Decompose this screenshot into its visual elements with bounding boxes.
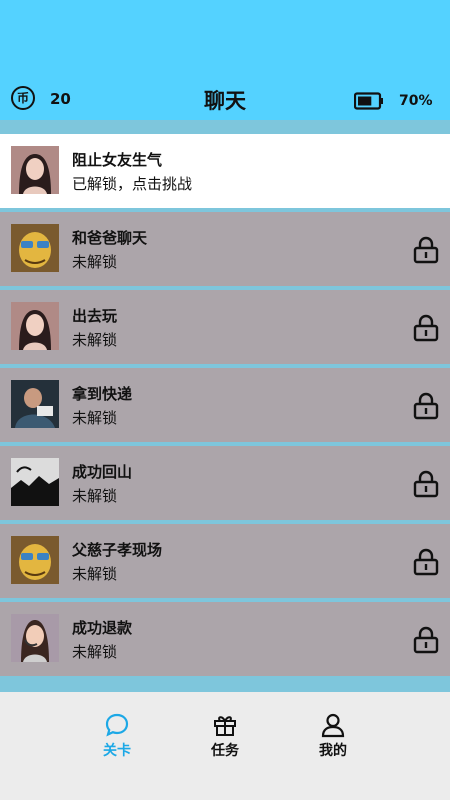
level-row[interactable]: 和爸爸聊天 未解锁 bbox=[0, 212, 450, 286]
battery-percent: 70% bbox=[399, 93, 433, 109]
gift-icon bbox=[214, 716, 236, 736]
level-row[interactable]: 拿到快递 未解锁 bbox=[0, 368, 450, 442]
tab-label: 关卡 bbox=[103, 743, 131, 759]
lock-icon bbox=[413, 470, 439, 498]
lock-icon bbox=[413, 548, 439, 576]
level-status: 未解锁 bbox=[72, 331, 118, 349]
level-thumbnail bbox=[11, 536, 59, 584]
lock-icon bbox=[413, 626, 439, 654]
lock-icon bbox=[413, 236, 439, 264]
level-status: 未解锁 bbox=[72, 643, 118, 661]
level-status: 未解锁 bbox=[72, 253, 118, 271]
level-status: 未解锁 bbox=[72, 487, 118, 505]
level-status: 未解锁 bbox=[72, 565, 118, 583]
level-name: 和爸爸聊天 bbox=[72, 229, 148, 247]
tab-label: 任务 bbox=[211, 743, 239, 759]
level-status: 已解锁，点击挑战 bbox=[72, 175, 193, 193]
level-thumbnail bbox=[11, 146, 59, 194]
level-row[interactable]: 父慈子孝现场 未解锁 bbox=[0, 524, 450, 598]
level-name: 成功退款 bbox=[72, 619, 133, 637]
level-row[interactable]: 出去玩 未解锁 bbox=[0, 290, 450, 364]
level-thumbnail bbox=[11, 302, 59, 350]
level-name: 成功回山 bbox=[72, 463, 133, 481]
battery-icon bbox=[354, 92, 383, 110]
level-row[interactable]: 成功退款 未解锁 bbox=[0, 602, 450, 676]
lock-icon bbox=[413, 392, 439, 420]
level-name: 阻止女友生气 bbox=[72, 151, 163, 169]
user-icon bbox=[321, 713, 345, 738]
tab-profile[interactable]: 我的 bbox=[298, 712, 368, 760]
tab-tasks[interactable]: 任务 bbox=[190, 712, 260, 760]
bottom-tab-bar: 关卡 任务 我的 bbox=[0, 692, 450, 800]
level-thumbnail bbox=[11, 380, 59, 428]
level-thumbnail bbox=[11, 224, 59, 272]
tab-label: 我的 bbox=[319, 743, 347, 759]
level-name: 出去玩 bbox=[72, 307, 118, 325]
chat-bubble-icon bbox=[105, 713, 129, 737]
level-name: 拿到快递 bbox=[72, 385, 133, 403]
tab-levels[interactable]: 关卡 bbox=[82, 712, 152, 760]
level-thumbnail bbox=[11, 458, 59, 506]
level-name: 父慈子孝现场 bbox=[72, 541, 163, 559]
level-row[interactable]: 阻止女友生气 已解锁，点击挑战 bbox=[0, 134, 450, 208]
level-status: 未解锁 bbox=[72, 409, 118, 427]
level-thumbnail bbox=[11, 614, 59, 662]
top-header: 币 20 聊天 70% bbox=[0, 0, 450, 120]
lock-icon bbox=[413, 314, 439, 342]
level-row[interactable]: 成功回山 未解锁 bbox=[0, 446, 450, 520]
